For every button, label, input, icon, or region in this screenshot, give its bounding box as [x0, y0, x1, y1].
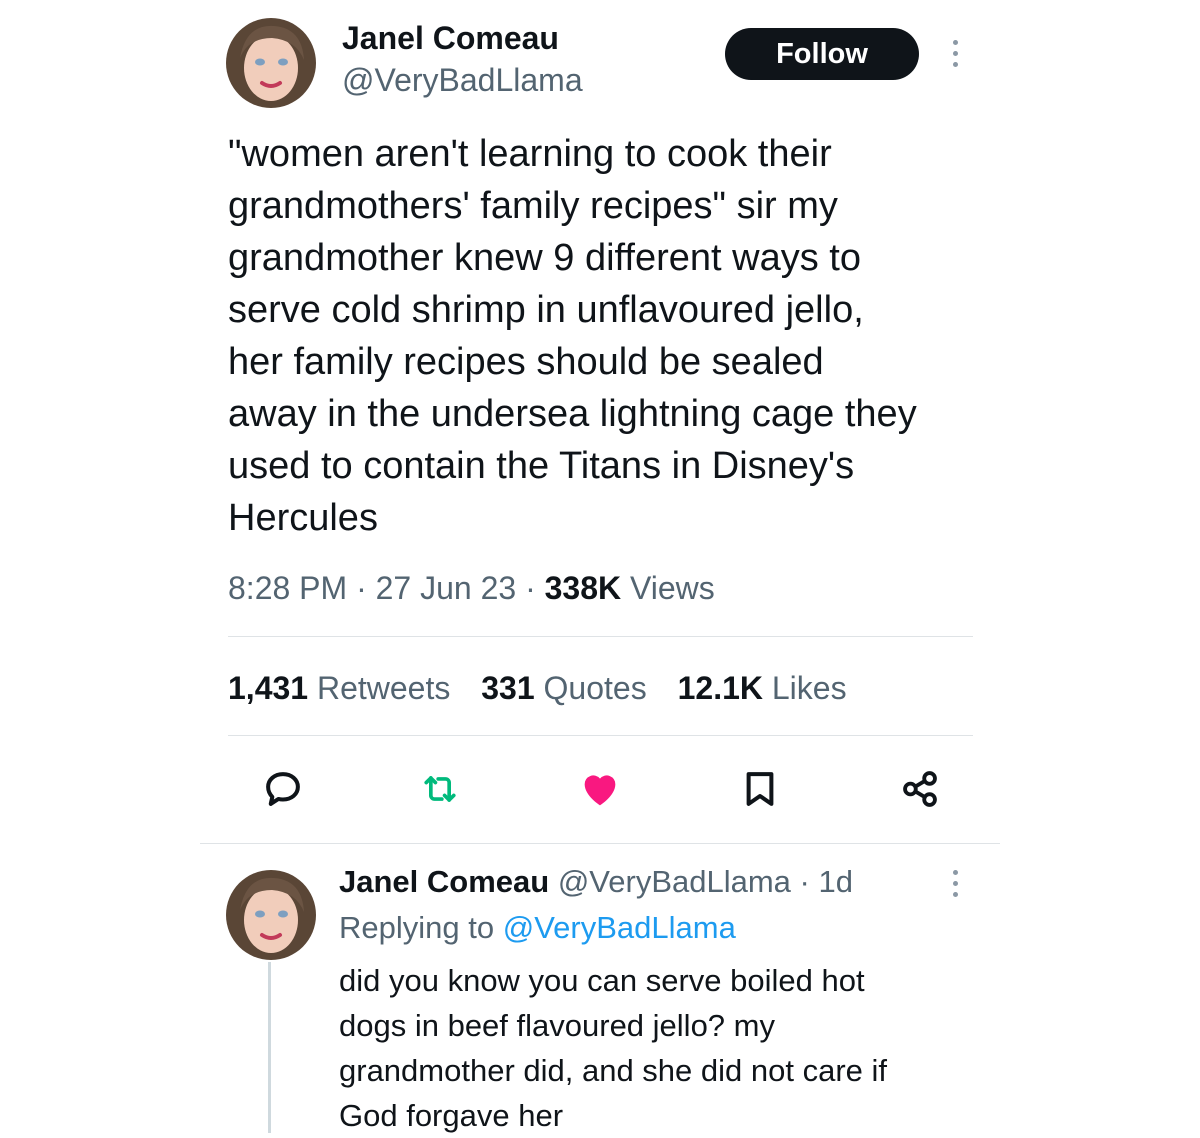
likes-stat[interactable]: 12.1K Likes	[678, 670, 847, 706]
meta-separator: ·	[516, 570, 545, 606]
reply-icon[interactable]	[259, 765, 307, 813]
tweet-text: "women aren't learning to cook their gra…	[228, 133, 917, 539]
more-options-icon[interactable]	[950, 40, 960, 67]
views-label: Views	[630, 570, 715, 606]
thread-line	[268, 962, 271, 1133]
tweet-meta: 8:28 PM · 27 Jun 23 · 338K Views	[228, 570, 715, 607]
author-name[interactable]: Janel Comeau	[342, 20, 559, 57]
views-count: 338K	[544, 570, 622, 606]
author-avatar[interactable]	[226, 18, 316, 108]
tweet-time[interactable]: 8:28 PM	[228, 570, 347, 606]
replying-to: Replying to @VeryBadLlama	[339, 910, 736, 946]
like-icon[interactable]	[576, 765, 624, 813]
quotes-stat[interactable]: 331 Quotes	[481, 670, 646, 706]
retweet-icon[interactable]	[416, 765, 464, 813]
meta-separator: ·	[347, 570, 376, 606]
tweet-stats: 1,431 Retweets 331 Quotes 12.1K Likes	[228, 670, 869, 707]
reply-author-name[interactable]: Janel Comeau	[339, 864, 549, 899]
follow-button[interactable]: Follow	[725, 28, 919, 80]
share-icon[interactable]	[896, 765, 944, 813]
tweet-date[interactable]: 27 Jun 23	[376, 570, 517, 606]
retweets-stat[interactable]: 1,431 Retweets	[228, 670, 450, 706]
bookmark-icon[interactable]	[736, 765, 784, 813]
reply-author-avatar[interactable]	[226, 870, 316, 960]
reply-more-options-icon[interactable]	[950, 870, 960, 897]
replying-label: Replying to	[339, 910, 495, 945]
reply-text: did you know you can serve boiled hot do…	[339, 963, 888, 1133]
reply-age: · 1d	[799, 864, 853, 899]
divider	[228, 735, 973, 736]
author-handle[interactable]: @VeryBadLlama	[342, 62, 583, 99]
reply-header: Janel Comeau @VeryBadLlama · 1d	[339, 864, 853, 900]
divider	[200, 843, 1000, 844]
reply-author-handle[interactable]: @VeryBadLlama	[558, 864, 791, 899]
divider	[228, 636, 973, 637]
replying-to-link[interactable]: @VeryBadLlama	[503, 910, 736, 945]
